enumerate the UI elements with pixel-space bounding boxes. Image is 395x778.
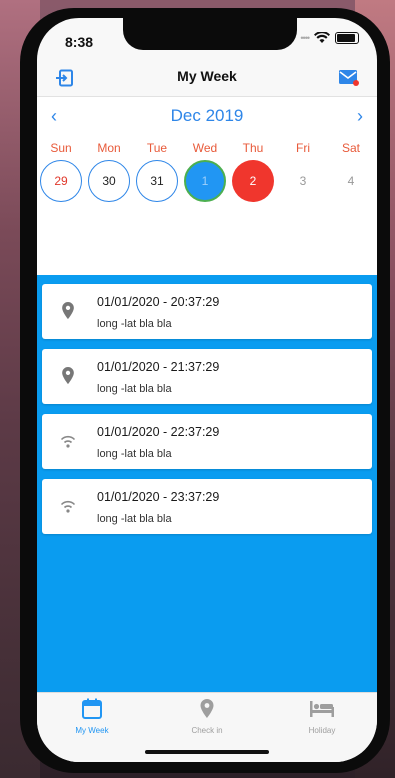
navigation-bar: My Week [37,60,377,97]
wifi-icon [60,500,76,513]
week-calendar: ‹ Dec 2019 › Sun Mon Tue Wed Thu Fri Sat… [37,97,377,275]
day-2-selected[interactable]: 2 [232,160,274,202]
tab-check-in[interactable]: Check in [167,698,247,735]
weekday-tue: Tue [146,141,168,155]
calendar-icon [82,698,102,719]
status-time: 8:38 [65,34,94,50]
battery-icon [335,32,359,44]
day-29[interactable]: 29 [40,160,82,202]
day-1-today[interactable]: 1 [184,160,226,202]
entry-title: 01/01/2020 - 22:37:29 [97,425,220,439]
wifi-status-icon [314,32,330,43]
tab-my-week[interactable]: My Week [52,698,132,735]
weekday-sat: Sat [341,141,360,155]
day-3[interactable]: 3 [282,160,324,202]
entry-title: 01/01/2020 - 23:37:29 [97,490,220,504]
entry-subtitle: long -lat bla bla [97,513,172,525]
tab-label: My Week [75,726,109,735]
day-4[interactable]: 4 [330,160,372,202]
entry-card[interactable]: 01/01/2020 - 23:37:29 long -lat bla bla [42,479,372,534]
day-30[interactable]: 30 [88,160,130,202]
weekday-wed: Wed [192,141,218,155]
mail-icon[interactable] [339,70,359,86]
wifi-icon [60,435,76,448]
weekday-sun: Sun [50,141,72,155]
notch [123,18,297,50]
tab-holiday[interactable]: Holiday [282,698,362,735]
status-indicators: •••• [300,32,359,44]
entry-subtitle: long -lat bla bla [97,383,172,395]
weekday-thu: Thu [242,141,264,155]
entries-list: 01/01/2020 - 20:37:29 long -lat bla bla … [37,275,377,692]
weekday-mon: Mon [97,141,121,155]
home-indicator [145,750,269,754]
signal-icon: •••• [300,33,310,43]
location-pin-icon [62,367,74,385]
tab-label: Holiday [308,726,336,735]
location-pin-icon [200,699,214,718]
tab-label: Check in [191,726,223,735]
entry-card[interactable]: 01/01/2020 - 20:37:29 long -lat bla bla [42,284,372,339]
entry-card[interactable]: 01/01/2020 - 21:37:29 long -lat bla bla [42,349,372,404]
location-pin-icon [62,302,74,320]
bed-icon [310,701,334,717]
entry-title: 01/01/2020 - 20:37:29 [97,295,220,309]
app-screen: 8:38 •••• My Week ‹ Dec 2019 › Sun Mon T… [37,18,377,762]
entry-subtitle: long -lat bla bla [97,318,172,330]
day-31[interactable]: 31 [136,160,178,202]
entry-subtitle: long -lat bla bla [97,448,172,460]
entry-title: 01/01/2020 - 21:37:29 [97,360,220,374]
entry-card[interactable]: 01/01/2020 - 22:37:29 long -lat bla bla [42,414,372,469]
weekday-fri: Fri [296,141,310,155]
month-label: Dec 2019 [170,106,244,125]
page-title: My Week [177,68,237,84]
next-month-button[interactable]: › [357,106,363,127]
